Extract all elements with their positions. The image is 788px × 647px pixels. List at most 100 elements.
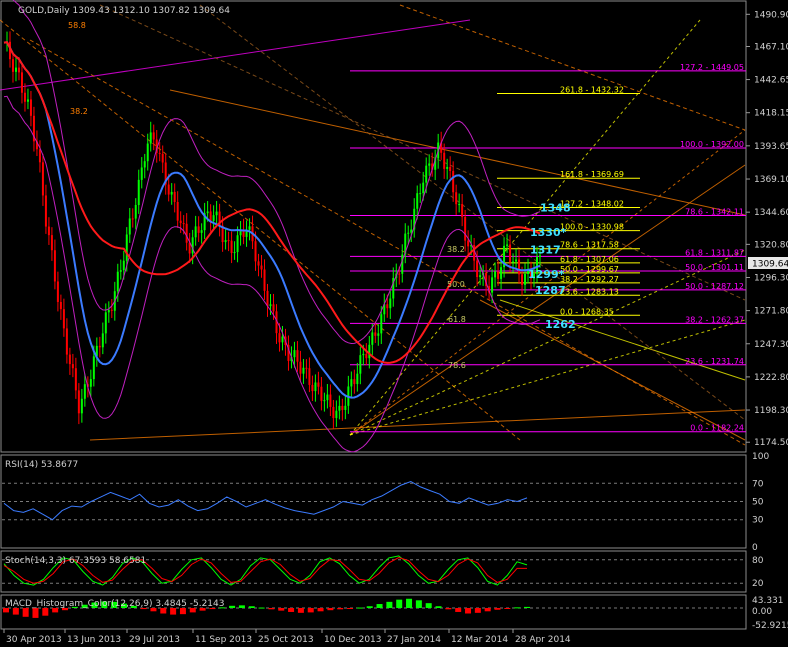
date-label: 25 Oct 2013 — [258, 635, 314, 645]
candle-body — [77, 390, 80, 414]
candle-body — [380, 314, 383, 334]
candle-body — [338, 405, 341, 411]
candle-body — [356, 373, 359, 385]
fib-ext-label: 38.2 - 1292.27 — [560, 275, 619, 284]
cyan-level-label: 1299* — [528, 268, 565, 281]
candle-body — [335, 410, 338, 419]
macd-bar — [455, 608, 462, 612]
candle-body — [152, 132, 155, 140]
fib-ext-label: 50.0 - 1299.67 — [560, 265, 619, 274]
candle-body — [272, 304, 275, 312]
candle-body — [416, 193, 419, 209]
candle-body — [341, 405, 344, 410]
candle-body — [98, 345, 101, 348]
candle-body — [23, 92, 26, 102]
macd-bar — [425, 603, 432, 608]
date-label: 12 Mar 2014 — [451, 635, 508, 645]
fib-level-label: 127.2 - 1449.05 — [680, 63, 744, 72]
candle-body — [323, 400, 326, 402]
candle-body — [500, 267, 503, 279]
macd-bar — [376, 604, 383, 608]
candle-body — [173, 191, 176, 202]
candle-body — [56, 281, 59, 302]
macd-bar — [307, 608, 314, 613]
candle-body — [329, 394, 332, 407]
rsi-tick-label: 50 — [752, 498, 764, 508]
macd-bar — [465, 608, 472, 614]
candle-body — [71, 364, 74, 369]
date-label: 29 Jul 2013 — [129, 635, 180, 645]
fib-ext-label: 0.0 - 1268.35 — [560, 307, 614, 316]
candle-body — [362, 353, 365, 356]
candle-body — [128, 218, 131, 235]
macd-bar — [356, 607, 363, 609]
candle-body — [107, 309, 110, 313]
candle-body — [209, 211, 212, 221]
candle-body — [458, 204, 461, 206]
candle-body — [314, 382, 317, 392]
macd-tick-label: 0.00 — [752, 607, 772, 617]
candle-body — [233, 252, 236, 254]
candle-body — [143, 161, 146, 168]
symbol-title: GOLD,Daily 1309.43 1312.10 1307.82 1309.… — [18, 6, 230, 16]
candle-body — [149, 132, 152, 144]
retracement-label: 78.6 — [448, 361, 466, 370]
candle-body — [167, 184, 170, 195]
fib-level-label: 50.0 - 1301.11 — [685, 263, 744, 272]
date-label: 27 Jan 2014 — [387, 635, 441, 645]
fib-level-label: 0.0 - 1182.24 — [690, 424, 744, 433]
candle-body — [26, 99, 29, 102]
macd-bar — [524, 606, 530, 608]
fib-ext-label: 78.6 - 1317.58 — [560, 241, 619, 250]
candle-body — [89, 379, 92, 387]
macd-bar — [386, 601, 393, 608]
fib-level-label: 78.6 - 1342.11 — [685, 208, 744, 217]
rsi-tick-label: 0 — [752, 543, 758, 553]
retracement-label: 38.2 — [447, 245, 465, 254]
candle-body — [497, 271, 500, 279]
candle-body — [446, 166, 449, 169]
candle-body — [185, 223, 188, 243]
rsi-tick-label: 30 — [752, 516, 764, 526]
candle-body — [263, 269, 266, 291]
fib-ext-label: 261.8 - 1432.32 — [560, 86, 624, 95]
candle-body — [293, 350, 296, 358]
candle-body — [131, 218, 134, 220]
candle-body — [101, 333, 104, 348]
candle-body — [161, 153, 164, 163]
candle-body — [38, 149, 41, 163]
candle-body — [425, 165, 428, 183]
candle-body — [344, 405, 347, 410]
candle-body — [254, 241, 257, 262]
candle-body — [389, 298, 392, 309]
macd-bar — [42, 608, 49, 616]
macd-bar — [238, 605, 245, 608]
macd-bar — [288, 608, 295, 612]
fib-level-label: 38.2 - 1262.37 — [685, 315, 744, 324]
macd-bar — [474, 608, 481, 613]
price-tick-label: 1296.30 — [754, 273, 788, 283]
fib-level-label: 100.0 - 1392.00 — [680, 140, 744, 149]
fib-ext-label: 100.0 - 1330.98 — [560, 223, 624, 232]
candle-body — [515, 259, 518, 262]
macd-bar — [268, 608, 275, 610]
candle-body — [14, 67, 17, 72]
price-tick-label: 1393.65 — [754, 142, 788, 152]
candle-body — [299, 361, 302, 374]
rsi-tick-label: 100 — [752, 452, 769, 462]
macd-bar — [366, 606, 373, 608]
candle-body — [137, 179, 140, 205]
macd-bar — [248, 606, 255, 608]
fib-ext-label: 161.8 - 1369.69 — [560, 170, 624, 179]
candle-body — [236, 235, 239, 253]
date-label: 10 Dec 2013 — [324, 635, 382, 645]
candle-body — [74, 368, 77, 391]
macd-tick-label: -52.9215 — [752, 621, 788, 631]
retracement-label: 50.0 — [447, 280, 465, 289]
candle-body — [11, 59, 14, 72]
price-tick-label: 1490.90 — [754, 10, 788, 20]
candle-body — [227, 240, 230, 242]
candle-body — [407, 232, 410, 234]
macd-bar — [278, 608, 285, 611]
candle-body — [398, 273, 401, 275]
